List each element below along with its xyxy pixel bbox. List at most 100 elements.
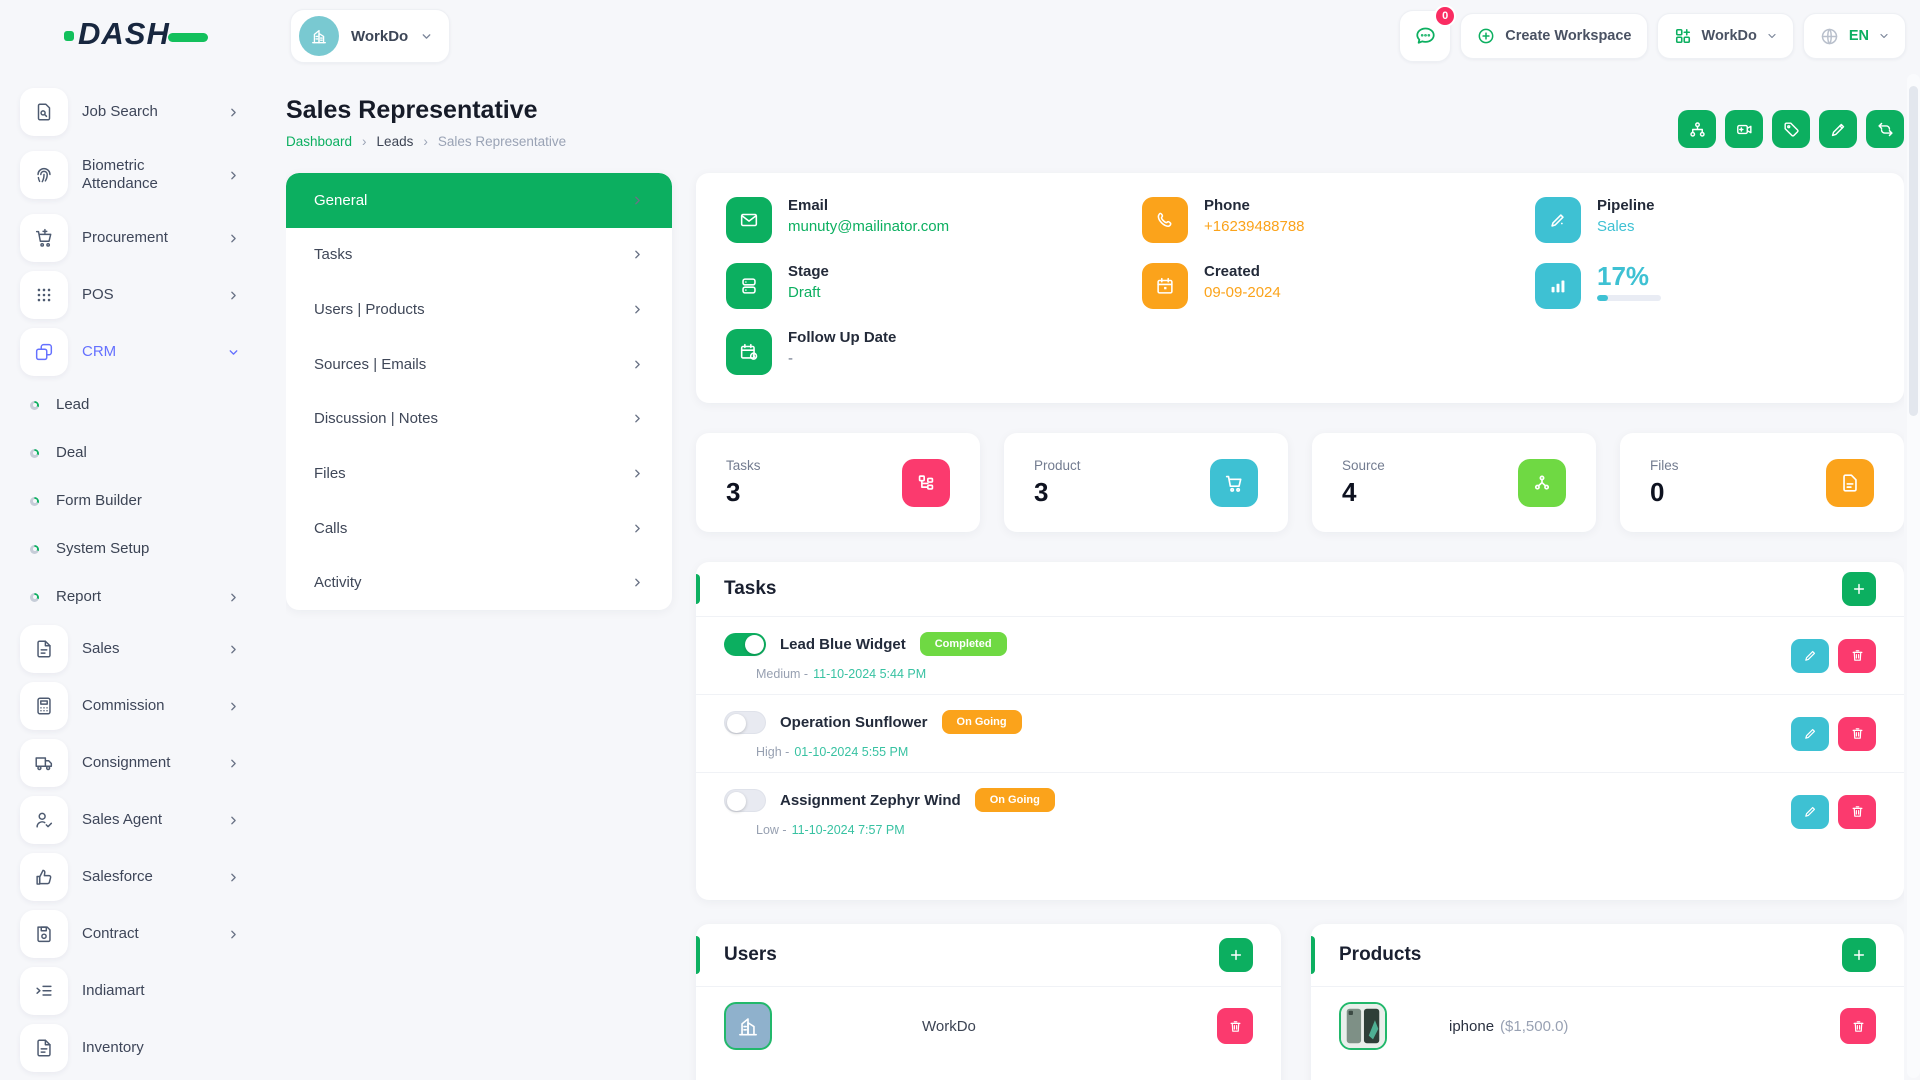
sidebar-subitem-deal[interactable]: Deal: [30, 433, 240, 473]
edit-task-button[interactable]: [1791, 795, 1829, 829]
users-section: Users WorkDo: [696, 924, 1281, 1080]
stat-label: Product: [1034, 458, 1081, 473]
topbar: DASH WorkDo 0 Create Workspace WorkDo: [0, 0, 1920, 72]
labels-button[interactable]: [1772, 110, 1810, 148]
sidebar-item-pos[interactable]: POS: [20, 271, 240, 319]
sidebar-item-job-search[interactable]: Job Search: [20, 88, 240, 136]
tab-calls[interactable]: Calls: [286, 501, 672, 556]
product-row: iphone ($1,500.0): [1311, 986, 1904, 1065]
user-avatar: [724, 1002, 772, 1050]
chevron-right-icon: [631, 194, 644, 207]
chevron-down-icon: [420, 30, 433, 43]
convert-arrows-icon: [1876, 120, 1895, 139]
product-price: ($1,500.0): [1500, 1018, 1568, 1035]
tab-files[interactable]: Files: [286, 446, 672, 501]
breadcrumb-dashboard[interactable]: Dashboard: [286, 134, 352, 149]
sidebar-item-label: Job Search: [82, 103, 213, 121]
products-section: Products iphone ($1,500.0): [1311, 924, 1904, 1080]
add-user-button[interactable]: [1219, 938, 1253, 972]
sidebar-item-biometric-attendance[interactable]: Biometric Attendance: [20, 145, 240, 205]
language-label: EN: [1849, 28, 1869, 44]
field-label: Email: [788, 197, 949, 214]
add-product-button[interactable]: [1842, 938, 1876, 972]
remove-product-button[interactable]: [1840, 1008, 1876, 1044]
tab-users-products[interactable]: Users | Products: [286, 282, 672, 337]
bullet-icon: [30, 593, 39, 602]
page-head: Sales Representative Dashboard › Leads ›…: [286, 72, 1904, 149]
tab-label: Discussion | Notes: [314, 410, 438, 427]
breadcrumb-leads[interactable]: Leads: [377, 134, 414, 149]
edit-task-button[interactable]: [1791, 717, 1829, 751]
create-workspace-button[interactable]: Create Workspace: [1460, 13, 1647, 59]
edit-lead-button[interactable]: [1819, 110, 1857, 148]
edit-task-button[interactable]: [1791, 639, 1829, 673]
delete-task-button[interactable]: [1838, 795, 1876, 829]
field-value: Sales: [1597, 218, 1655, 235]
sidebar-item-sales-agent[interactable]: Sales Agent: [20, 796, 240, 844]
task-row: Lead Blue Widget Completed Medium -11-10…: [696, 616, 1904, 694]
workspace-menu-button[interactable]: WorkDo: [1657, 13, 1794, 59]
scrollbar-thumb[interactable]: [1909, 86, 1918, 416]
task-priority: Low -: [756, 823, 787, 837]
document-icon: [20, 1024, 68, 1072]
workspace-label: WorkDo: [351, 28, 408, 45]
section-title: Tasks: [724, 578, 776, 600]
messages-button[interactable]: 0: [1399, 10, 1451, 62]
sidebar-item-sales[interactable]: Sales: [20, 625, 240, 673]
bullet-icon: [30, 545, 39, 554]
tab-activity[interactable]: Activity: [286, 555, 672, 610]
convert-to-deal-button[interactable]: [1866, 110, 1904, 148]
crm-windows-icon: [20, 328, 68, 376]
remove-user-button[interactable]: [1217, 1008, 1253, 1044]
sidebar-subitem-lead[interactable]: Lead: [30, 385, 240, 425]
chevron-right-icon: [227, 700, 240, 713]
sidebar-subitem-form-builder[interactable]: Form Builder: [30, 481, 240, 521]
sidebar-item-contract[interactable]: Contract: [20, 910, 240, 958]
workspace-switcher[interactable]: WorkDo: [290, 9, 450, 63]
task-toggle[interactable]: [724, 789, 766, 812]
chevron-right-icon: [631, 358, 644, 371]
stat-label: Files: [1650, 458, 1679, 473]
create-workspace-label: Create Workspace: [1505, 28, 1631, 44]
sidebar-item-commission[interactable]: Commission: [20, 682, 240, 730]
delete-task-button[interactable]: [1838, 717, 1876, 751]
sidebar-item-inventory[interactable]: Inventory: [20, 1024, 240, 1072]
tab-tasks[interactable]: Tasks: [286, 228, 672, 283]
pipeline-structure-button[interactable]: [1678, 110, 1716, 148]
sidebar-item-label: Biometric Attendance: [82, 157, 213, 193]
sidebar-item-crm[interactable]: CRM: [20, 328, 240, 376]
language-selector[interactable]: EN: [1803, 13, 1906, 59]
tab-sources-emails[interactable]: Sources | Emails: [286, 337, 672, 392]
breadcrumb-current: Sales Representative: [438, 134, 566, 149]
sidebar-item-procurement[interactable]: Procurement: [20, 214, 240, 262]
tab-label: Calls: [314, 520, 347, 537]
workspace-menu-label: WorkDo: [1702, 28, 1757, 44]
tab-discussion-notes[interactable]: Discussion | Notes: [286, 392, 672, 447]
sidebar-subitem-report[interactable]: Report: [30, 577, 240, 617]
chevron-right-icon: [227, 814, 240, 827]
share-nodes-icon: [1518, 459, 1566, 507]
user-row: WorkDo: [696, 986, 1281, 1065]
task-toggle[interactable]: [724, 711, 766, 734]
task-toggle[interactable]: [724, 633, 766, 656]
tab-general[interactable]: General: [286, 173, 672, 228]
sidebar-subitem-system-setup[interactable]: System Setup: [30, 529, 240, 569]
field-label: Stage: [788, 263, 829, 280]
sidebar-item-consignment[interactable]: Consignment: [20, 739, 240, 787]
grid-dots-icon: [20, 271, 68, 319]
add-task-button[interactable]: [1842, 572, 1876, 606]
page-scrollbar[interactable]: [1907, 74, 1920, 1078]
sidebar-item-salesforce[interactable]: Salesforce: [20, 853, 240, 901]
brand-logo: DASH: [64, 16, 208, 52]
bottom-row: Users WorkDo Products: [696, 924, 1904, 1080]
cart-icon: [1210, 459, 1258, 507]
document-icon: [20, 625, 68, 673]
video-call-button[interactable]: [1725, 110, 1763, 148]
sidebar-item-indiamart[interactable]: Indiamart: [20, 967, 240, 1015]
overview-created: Created 09-09-2024: [1142, 263, 1535, 329]
plus-circle-icon: [1476, 26, 1496, 46]
stat-value: 0: [1650, 477, 1679, 508]
list-tree-icon: [902, 459, 950, 507]
chevron-down-icon: [227, 346, 240, 359]
delete-task-button[interactable]: [1838, 639, 1876, 673]
